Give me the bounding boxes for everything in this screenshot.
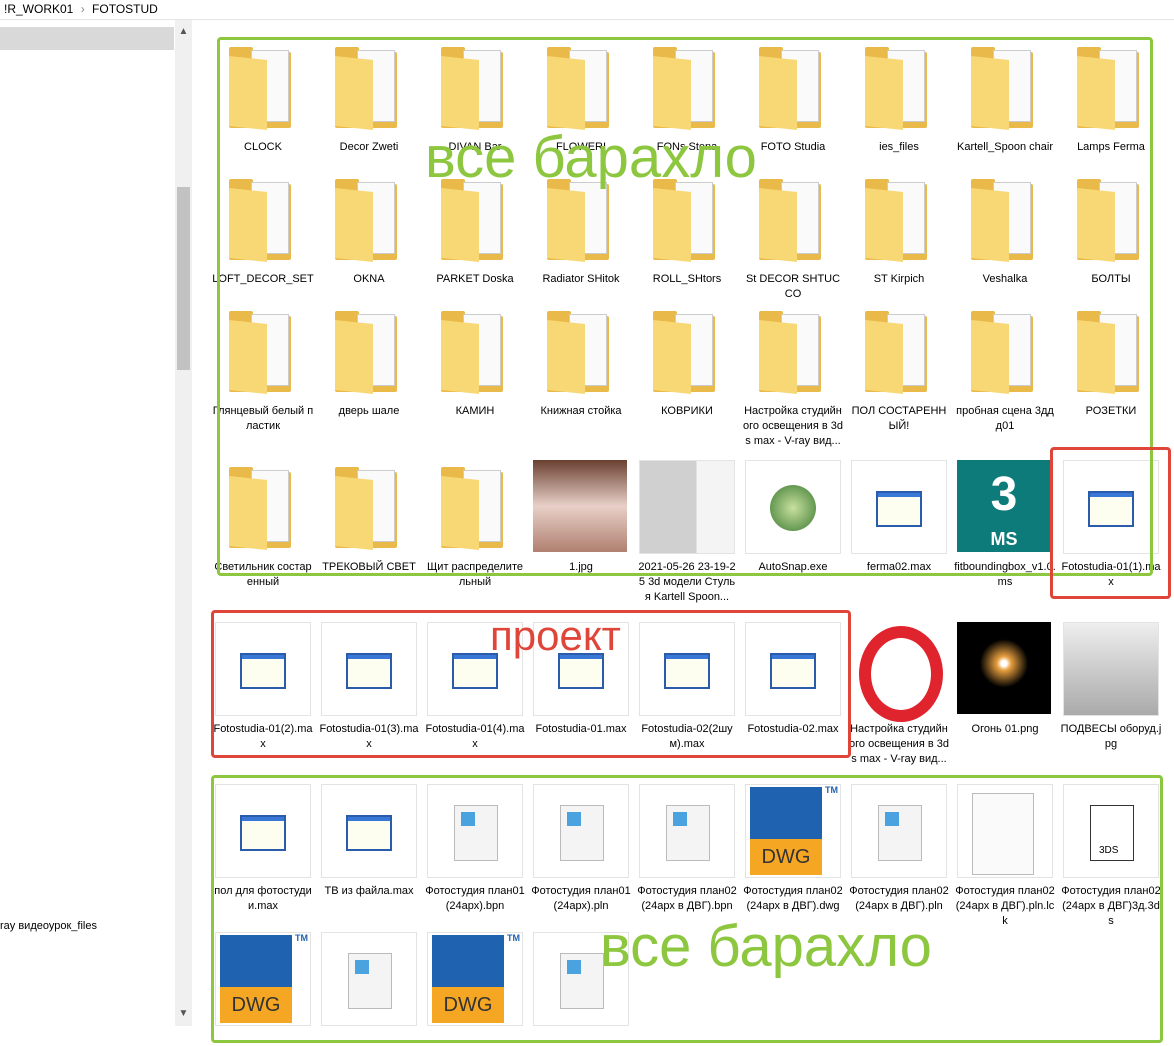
breadcrumb-item[interactable]: FOTOSTUD [92, 2, 158, 16]
item-thumbnail [851, 622, 947, 722]
nav-item[interactable]: ray видеоурок_files [0, 920, 97, 932]
nav-scrollbar[interactable]: ▲ ▼ [175, 20, 192, 1026]
image-thumbnail [1064, 623, 1158, 715]
opera-icon [859, 626, 943, 722]
navigation-pane: ray видеоурок_files ▲ ▼ [0, 20, 192, 1046]
file-item[interactable]: Огонь 01.png [952, 622, 1058, 737]
scrollbar-thumb[interactable] [177, 187, 190, 370]
annotation-project-box-1 [1050, 447, 1171, 599]
annotation-junk-box [217, 37, 1153, 576]
scroll-down-icon[interactable]: ▼ [175, 1008, 192, 1019]
breadcrumb: !R_WORK01 › FOTOSTUD [0, 0, 1174, 20]
item-label: ПОДВЕСЫ оборуд.jpg [1060, 723, 1162, 750]
item-label: Огонь 01.png [971, 723, 1039, 735]
item-label: Настройка студийного освещения в 3ds max… [849, 723, 949, 765]
file-item[interactable]: ПОДВЕСЫ оборуд.jpg [1058, 622, 1164, 752]
chevron-right-icon: › [80, 2, 85, 16]
annotation-junk-text-2: все барахло [600, 914, 932, 979]
nav-selected-item[interactable] [0, 27, 174, 50]
item-thumbnail [957, 622, 1053, 716]
annotation-junk-text: все барахло [425, 125, 757, 190]
file-item[interactable]: Настройка студийного освещения в 3ds max… [846, 622, 952, 767]
annotation-project-text: проект [490, 612, 621, 659]
item-thumbnail [1063, 622, 1159, 716]
scroll-up-icon[interactable]: ▲ [175, 26, 192, 37]
annotation-junk-box-2 [211, 775, 1163, 1043]
breadcrumb-item[interactable]: !R_WORK01 [4, 2, 73, 16]
image-thumbnail [957, 622, 1051, 714]
